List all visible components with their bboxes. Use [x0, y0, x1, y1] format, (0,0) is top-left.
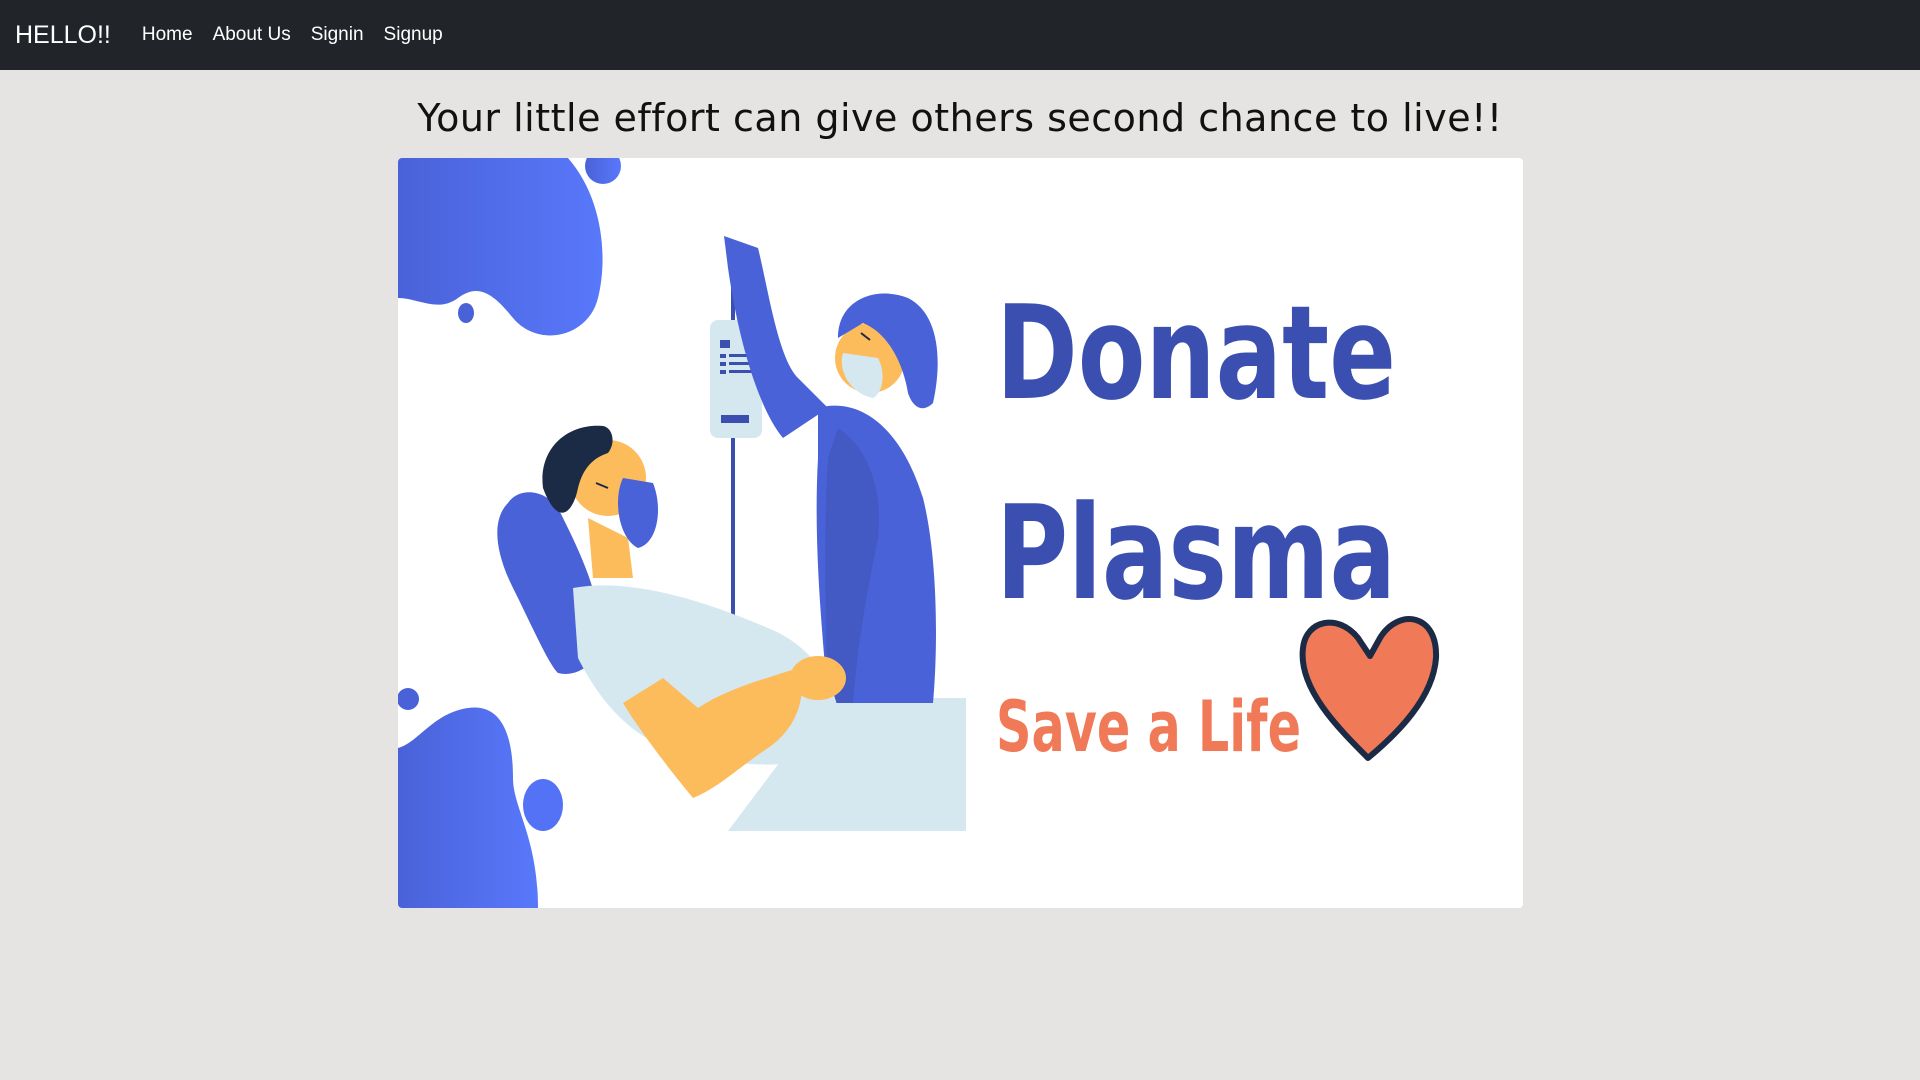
page-tagline: Your little effort can give others secon…: [417, 96, 1503, 140]
decor-dot-bottom-left: [398, 688, 419, 710]
top-navbar: HELLO!! Home About Us Signin Signup: [0, 0, 1920, 70]
patient-hand: [790, 656, 846, 700]
nav-signup-link[interactable]: Signup: [384, 24, 443, 46]
decor-blob-top: [398, 158, 603, 336]
banner-subtitle: Save a Life: [996, 686, 1301, 768]
banner-title-donate: Donate: [996, 277, 1396, 429]
nav-home-link[interactable]: Home: [142, 24, 193, 46]
nav-signin-link[interactable]: Signin: [311, 24, 364, 46]
banner-illustration: Donate Plasma Save a Life: [398, 158, 1440, 908]
decor-dot-small: [458, 303, 474, 323]
donate-plasma-banner: Donate Plasma Save a Life: [398, 158, 1523, 908]
heart-icon: [1299, 616, 1440, 761]
banner-title-plasma: Plasma: [996, 477, 1396, 629]
nav-links: Home About Us Signin Signup: [142, 24, 463, 46]
decor-dot-top: [585, 158, 621, 184]
nav-about-link[interactable]: About Us: [213, 24, 291, 46]
brand-logo[interactable]: HELLO!!: [15, 21, 111, 50]
decor-dot-bottom: [523, 779, 563, 831]
nurse-mask: [841, 353, 883, 398]
decor-blob-bottom: [398, 707, 538, 908]
